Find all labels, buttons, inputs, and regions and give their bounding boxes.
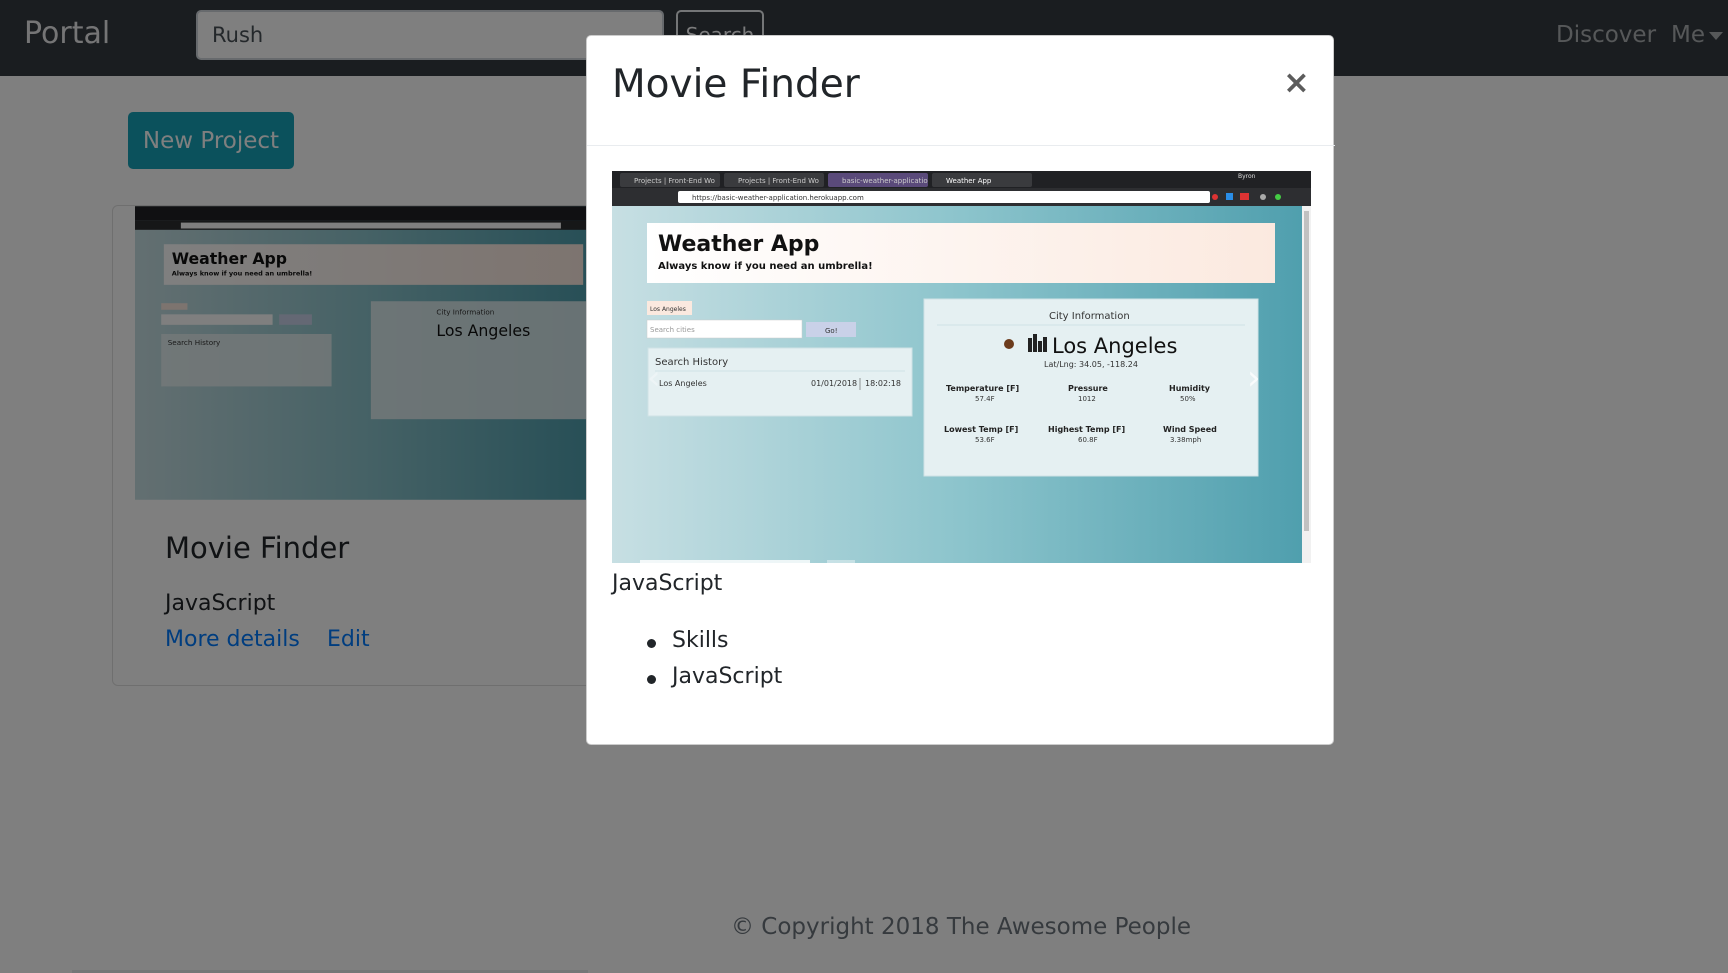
temp-label: Temperature [F] bbox=[946, 384, 1019, 393]
browser-tab-1: Projects | Front-End Wo bbox=[634, 177, 715, 185]
weather-history-date: 01/01/2018 bbox=[811, 379, 857, 388]
browser-user-name: Byron bbox=[1238, 173, 1256, 180]
modal-skill-list: Skills JavaScript bbox=[647, 628, 782, 700]
carousel-next-icon[interactable]: › bbox=[1247, 358, 1261, 398]
weather-history-city: Los Angeles bbox=[659, 379, 707, 388]
wind-value: 3.38mph bbox=[1170, 436, 1201, 444]
project-modal: Movie Finder × Projects | Front-End Wo P… bbox=[586, 35, 1335, 745]
weather-go-button: Go! bbox=[825, 327, 838, 335]
weather-app-title: Weather App bbox=[658, 232, 819, 257]
humidity-label: Humidity bbox=[1169, 384, 1211, 393]
browser-tab-4: Weather App bbox=[946, 177, 992, 185]
low-temp-value: 53.6F bbox=[975, 436, 995, 444]
humidity-value: 50% bbox=[1180, 395, 1196, 403]
low-temp-label: Lowest Temp [F] bbox=[944, 425, 1018, 434]
weather-info-city: Los Angeles bbox=[1052, 334, 1177, 358]
modal-tag: JavaScript bbox=[612, 571, 723, 596]
temp-value: 57.4F bbox=[975, 395, 995, 403]
high-temp-label: Highest Temp [F] bbox=[1048, 425, 1125, 434]
weather-app-subtitle: Always know if you need an umbrella! bbox=[658, 261, 873, 272]
list-item: JavaScript bbox=[647, 664, 782, 700]
city-chip: Los Angeles bbox=[650, 306, 686, 313]
project-screenshot-carousel: Projects | Front-End Wo Projects | Front… bbox=[612, 171, 1311, 563]
weather-info-latlng: Lat/Lng: 34.05, -118.24 bbox=[1044, 360, 1138, 369]
weather-search-placeholder: Search cities bbox=[650, 326, 695, 334]
modal-title: Movie Finder bbox=[612, 62, 860, 107]
high-temp-value: 60.8F bbox=[1078, 436, 1098, 444]
city-buildings-icon bbox=[1028, 338, 1032, 352]
list-item: Skills bbox=[647, 628, 782, 664]
weather-info-title: City Information bbox=[1049, 311, 1130, 322]
weather-icon bbox=[1004, 339, 1014, 349]
carousel-prev-icon[interactable]: ‹ bbox=[647, 358, 661, 398]
close-icon[interactable]: × bbox=[1283, 66, 1310, 98]
modal-header-divider bbox=[587, 145, 1335, 146]
wind-label: Wind Speed bbox=[1163, 425, 1217, 434]
pressure-value: 1012 bbox=[1078, 395, 1096, 403]
browser-url: https://basic-weather-application.heroku… bbox=[692, 194, 864, 202]
weather-history-time: 18:02:18 bbox=[865, 379, 901, 388]
browser-tab-2: Projects | Front-End Wo bbox=[738, 177, 819, 185]
pressure-label: Pressure bbox=[1068, 384, 1108, 393]
weather-history-title: Search History bbox=[655, 357, 728, 368]
browser-tab-3: basic-weather-applicatio bbox=[842, 177, 928, 185]
